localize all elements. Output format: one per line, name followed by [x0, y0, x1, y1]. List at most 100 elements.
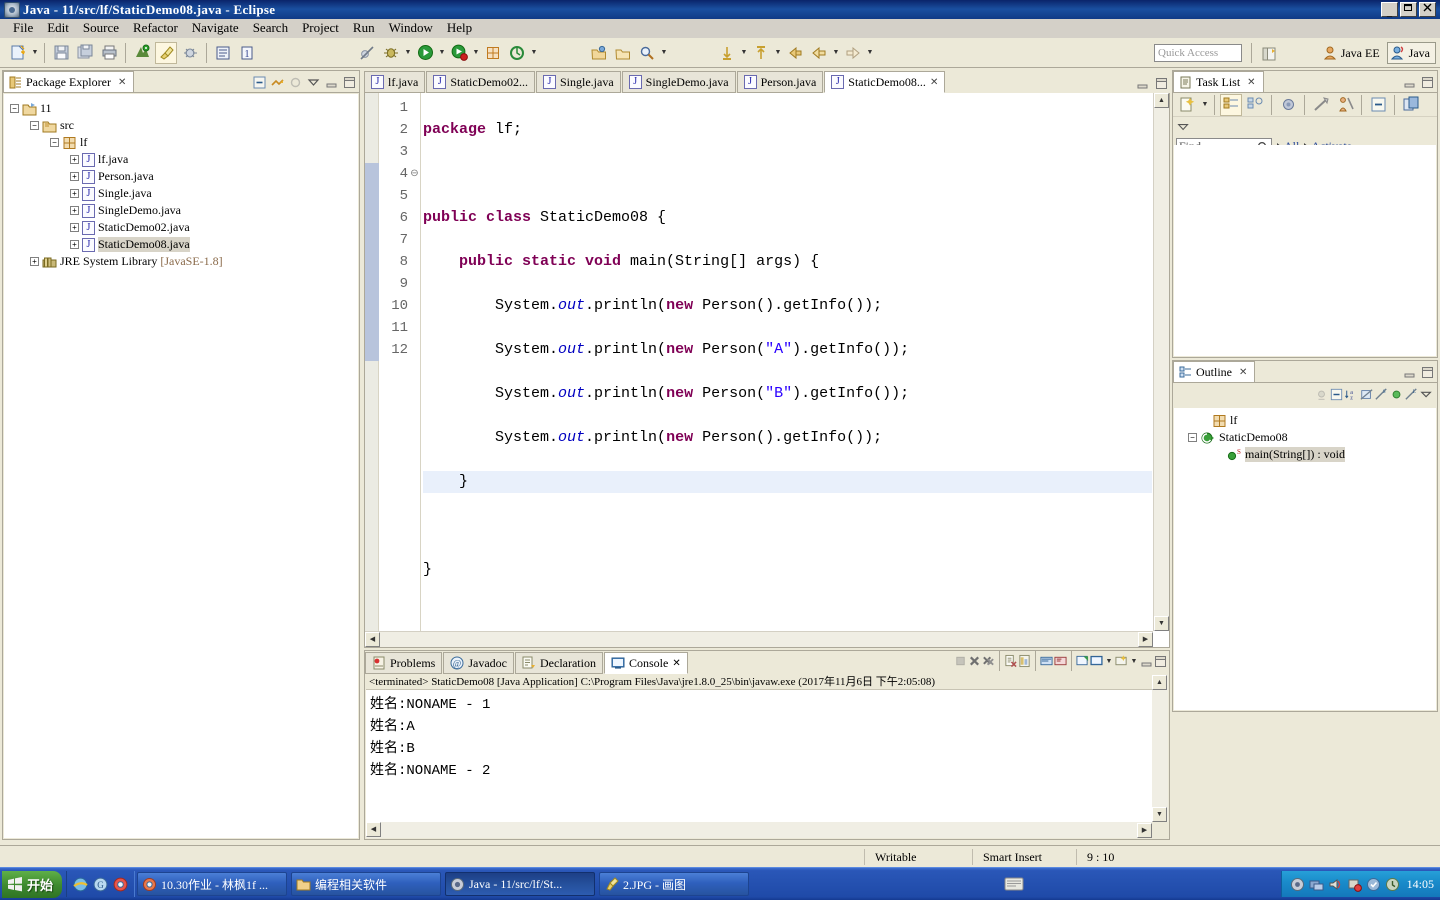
print-icon[interactable] — [98, 42, 120, 64]
editor-tab-staticdemo02[interactable]: J StaticDemo02... — [426, 71, 535, 93]
maximize-button[interactable] — [1400, 2, 1417, 17]
last-edit-location-icon[interactable] — [784, 42, 806, 64]
minimize-view-icon[interactable] — [1403, 76, 1416, 89]
new-console-dropdown-icon[interactable]: ▼ — [1129, 650, 1139, 672]
close-icon[interactable]: ✕ — [672, 658, 680, 669]
expander-icon[interactable]: + — [70, 240, 79, 249]
editor-horizontal-scrollbar[interactable]: ◀ ▶ — [365, 631, 1153, 647]
next-annotation-icon[interactable] — [716, 42, 738, 64]
view-menu-icon[interactable] — [1420, 388, 1433, 401]
expander-icon[interactable]: + — [70, 206, 79, 215]
fold-collapse-icon[interactable]: ⊖ — [409, 163, 420, 185]
new-console-view-icon[interactable] — [1115, 655, 1128, 668]
menu-navigate[interactable]: Navigate — [185, 19, 246, 37]
minimize-view-icon[interactable] — [325, 76, 338, 89]
maximize-view-icon[interactable] — [343, 76, 356, 89]
start-button[interactable]: 开始 — [2, 870, 63, 898]
expander-icon[interactable]: + — [70, 223, 79, 232]
focus-icon[interactable] — [289, 76, 302, 89]
external-tools-dropdown-icon[interactable]: ▼ — [471, 42, 481, 64]
categorized-presentation-icon[interactable] — [1220, 93, 1242, 116]
save-all-icon[interactable] — [74, 42, 96, 64]
link-with-editor-icon[interactable] — [271, 76, 284, 89]
menu-search[interactable]: Search — [246, 19, 295, 37]
debug-tool-icon[interactable] — [179, 42, 201, 64]
close-icon[interactable]: ✕ — [930, 77, 938, 88]
debug-dropdown-icon[interactable]: ▼ — [403, 42, 413, 64]
new-wizard-dropdown-icon[interactable]: ▼ — [30, 42, 40, 64]
collapse-all-icon[interactable] — [253, 76, 266, 89]
new-task-icon[interactable] — [1177, 94, 1199, 116]
editor-marker-bar[interactable] — [365, 93, 379, 631]
maximize-editor-icon[interactable] — [1155, 77, 1168, 90]
ime-indicator-icon[interactable] — [1001, 873, 1027, 895]
scroll-up-icon[interactable]: ▲ — [1152, 675, 1167, 690]
hide-static-icon[interactable]: S — [1375, 387, 1388, 401]
tree-row-java-file[interactable]: + J Person.java — [8, 168, 358, 185]
run-last-tool-icon[interactable] — [155, 41, 177, 64]
expander-icon[interactable]: − — [50, 138, 59, 147]
expander-icon[interactable]: + — [70, 189, 79, 198]
search-icon[interactable] — [636, 42, 658, 64]
forward-dropdown-icon[interactable]: ▼ — [865, 42, 875, 64]
tab-outline[interactable]: Outline ✕ — [1173, 361, 1256, 382]
new-wizard-icon[interactable] — [7, 42, 29, 64]
close-icon[interactable]: ✕ — [118, 77, 126, 88]
restore-tasks-icon[interactable] — [1400, 94, 1422, 116]
tab-declaration[interactable]: Declaration — [515, 652, 603, 674]
open-task-icon[interactable] — [612, 42, 634, 64]
expander-icon[interactable]: + — [30, 257, 39, 266]
tab-task-list[interactable]: Task List ✕ — [1173, 71, 1264, 92]
tree-row-src[interactable]: − src — [8, 117, 358, 134]
tree-row-jre-library[interactable]: + JRE System Library [JavaSE-1.8] — [8, 253, 358, 270]
open-console-icon[interactable] — [1090, 655, 1103, 668]
display-selected-console-icon[interactable] — [1076, 655, 1089, 668]
hide-non-public-icon[interactable] — [1390, 388, 1403, 401]
menu-run[interactable]: Run — [346, 19, 382, 37]
scroll-lock-icon[interactable] — [1040, 655, 1053, 668]
debug-icon[interactable] — [380, 42, 402, 64]
previous-annotation-icon[interactable] — [750, 42, 772, 64]
package-explorer-tree[interactable]: − 11 − src − lf + J lf.java + J Person.j… — [4, 94, 358, 838]
focus-on-workweek-icon[interactable] — [1277, 94, 1299, 116]
hide-fields-icon[interactable] — [1360, 388, 1373, 401]
scroll-left-icon[interactable]: ◀ — [366, 822, 381, 837]
open-type-icon[interactable] — [588, 42, 610, 64]
menu-file[interactable]: File — [6, 19, 40, 37]
quick-access-input[interactable]: Quick Access — [1154, 44, 1242, 62]
maximize-console-icon[interactable] — [1154, 655, 1167, 668]
collapse-all-icon[interactable] — [1330, 388, 1343, 401]
new-annotation-dropdown-icon[interactable]: ▼ — [529, 42, 539, 64]
minimize-button[interactable]: _ — [1381, 2, 1398, 17]
synchronize-changed-icon[interactable] — [1310, 94, 1332, 116]
maximize-view-icon[interactable] — [1421, 366, 1434, 379]
scroll-right-icon[interactable]: ▶ — [1138, 632, 1153, 647]
view-menu-icon[interactable] — [307, 76, 320, 89]
terminate-icon[interactable] — [954, 655, 967, 668]
close-icon[interactable]: ✕ — [1239, 367, 1247, 378]
save-icon[interactable] — [50, 42, 72, 64]
forward-icon[interactable] — [842, 42, 864, 64]
new-package-icon[interactable] — [482, 42, 504, 64]
expander-icon[interactable]: + — [70, 155, 79, 164]
back-icon[interactable] — [808, 42, 830, 64]
collapse-all-icon[interactable] — [1367, 94, 1389, 116]
new-interface-icon[interactable]: 1 — [236, 42, 258, 64]
console-view-icon[interactable] — [1018, 654, 1031, 668]
minimize-console-icon[interactable] — [1140, 655, 1153, 668]
new-class-icon[interactable] — [212, 42, 234, 64]
maximize-view-icon[interactable] — [1421, 76, 1434, 89]
taskbar-item-paint[interactable]: 2.JPG - 画图 — [599, 872, 750, 896]
scroll-up-icon[interactable]: ▲ — [1154, 93, 1169, 108]
new-task-dropdown-icon[interactable]: ▼ — [1200, 94, 1210, 116]
expander-icon[interactable]: − — [10, 104, 19, 113]
back-dropdown-icon[interactable]: ▼ — [831, 42, 841, 64]
view-menu-icon[interactable] — [1177, 121, 1190, 134]
code-editor[interactable]: 1 2 3 4 5 6 7 8 9 10 11 12 ⊖ package lf;… — [364, 93, 1170, 648]
editor-tab-single[interactable]: J Single.java — [535, 71, 621, 93]
menu-project[interactable]: Project — [295, 19, 346, 37]
scroll-right-icon[interactable]: ▶ — [1137, 823, 1152, 838]
console-output[interactable]: 姓名:NONAME - 1 姓名:A 姓名:B 姓名:NONAME - 2 — [366, 690, 1152, 822]
editor-tab-person[interactable]: J Person.java — [736, 71, 824, 93]
minimize-editor-icon[interactable] — [1136, 77, 1149, 90]
